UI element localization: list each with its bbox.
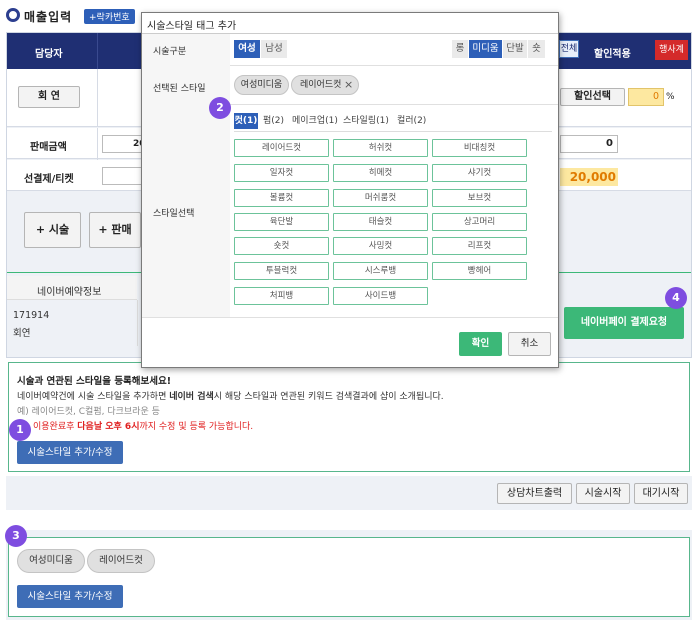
marker-1: 1 xyxy=(9,419,31,441)
guide-warning-tail: 까지 수정 및 등록 가능합니다. xyxy=(139,422,254,432)
cancel-button[interactable]: 취소 xyxy=(508,332,551,356)
style-option[interactable]: 일자컷 xyxy=(234,164,329,182)
sale-amount-input[interactable]: 20 xyxy=(102,135,146,153)
length-long-button[interactable]: 롱 xyxy=(452,40,468,58)
add-sale-button[interactable]: + 판매 xyxy=(89,212,141,248)
title-bullet-icon xyxy=(6,8,20,22)
style-option[interactable]: 비대칭컷 xyxy=(432,139,527,157)
guide-warning: 이용완료후 다음날 오후 6시까지 수정 및 등록 가능합니다. xyxy=(33,419,253,432)
guide-line-1-text: 네이버예약건에 시술 스타일을 추가하면 xyxy=(17,392,170,402)
style-option[interactable]: 리프컷 xyxy=(432,237,527,255)
start-treatment-button[interactable]: 시술시작 xyxy=(576,483,630,504)
style-option[interactable]: 육단발 xyxy=(234,213,329,231)
length-medium-button[interactable]: 미디움 xyxy=(469,40,502,58)
category-label: 시술구분 xyxy=(153,47,187,57)
event-tag[interactable]: 행사계 xyxy=(655,40,688,60)
naver-divider-vertical xyxy=(137,300,138,346)
guide-example: 예) 레이어드컷, C컬펌, 다크브라운 등 xyxy=(17,407,160,417)
style-option[interactable]: 히메컷 xyxy=(333,164,428,182)
style-option[interactable]: 처피뱅 xyxy=(234,287,329,305)
discount-select-button[interactable]: 할인선택 xyxy=(560,88,625,106)
selected-label: 선택된 스타일 xyxy=(153,84,206,94)
style-edit-button[interactable]: 시술스타일 추가/수정 xyxy=(17,441,123,464)
style-option[interactable]: 사이드뱅 xyxy=(333,287,428,305)
tab-styling[interactable]: 스타일링(1) xyxy=(343,113,389,129)
style-option[interactable]: 볼륨컷 xyxy=(234,189,329,207)
style-option[interactable]: 숏컷 xyxy=(234,237,329,255)
reservation-id: 171914 xyxy=(13,310,50,321)
percent-unit: % xyxy=(666,92,675,102)
style-option[interactable]: 시스루뱅 xyxy=(333,262,428,280)
marker-2: 2 xyxy=(209,97,231,119)
consult-chart-print-button[interactable]: 상담차트출력 xyxy=(497,483,572,504)
reservation-customer: 회연 xyxy=(13,328,31,339)
guide-warning-bold: 다음날 오후 6시 xyxy=(77,422,140,432)
style-option[interactable]: 허쉬컷 xyxy=(333,139,428,157)
discount-rate-field[interactable]: 0 xyxy=(628,88,664,106)
style-option[interactable]: 머쉬룸컷 xyxy=(333,189,428,207)
style-option[interactable]: 빵헤어 xyxy=(432,262,527,280)
style-option[interactable]: 상고머리 xyxy=(432,213,527,231)
guide-heading: 시술과 연관된 스타일을 등록해보세요! xyxy=(17,376,172,387)
staff-column-header: 담당자 xyxy=(35,49,63,60)
add-treatment-button[interactable]: + 시술 xyxy=(24,212,81,248)
style-option[interactable]: 사밍컷 xyxy=(333,237,428,255)
tab-perm[interactable]: 펌(2) xyxy=(263,113,284,129)
style-select-label: 스타일선택 xyxy=(153,209,195,219)
staff-button[interactable]: 회 연 xyxy=(18,86,80,108)
selected-style-tag: 레이어드컷 xyxy=(87,549,155,573)
style-option[interactable]: 레이어드컷 xyxy=(234,139,329,157)
confirm-button[interactable]: 확인 xyxy=(459,332,502,356)
gender-female-button[interactable]: 여성 xyxy=(234,40,260,58)
row-divider xyxy=(97,69,98,127)
start-waiting-button[interactable]: 대기시작 xyxy=(634,483,688,504)
guide-line-1-tail: 시 해당 스타일과 연관된 키워드 검색결과에 샵이 소개됩니다. xyxy=(213,392,444,402)
modal-footer-divider xyxy=(142,317,558,318)
discount-column-header: 할인적용 xyxy=(594,49,631,60)
guide-line-1-bold: 네이버 검색 xyxy=(169,392,214,402)
style-option[interactable]: 태슬컷 xyxy=(333,213,428,231)
prepaid-amount: 20,000 xyxy=(560,168,618,186)
sale-amount-label: 판매금액 xyxy=(30,142,67,153)
tab-makeup[interactable]: 메이크업(1) xyxy=(292,113,338,129)
tab-color[interactable]: 컬러(2) xyxy=(397,113,426,129)
prepaid-label: 선결제/티켓 xyxy=(24,174,74,185)
tab-divider xyxy=(234,131,552,132)
marker-4: 4 xyxy=(665,287,687,309)
gender-male-button[interactable]: 남성 xyxy=(261,40,287,58)
style-edit-button-bottom[interactable]: 시술스타일 추가/수정 xyxy=(17,585,123,608)
prepaid-input[interactable] xyxy=(102,167,142,185)
naver-info-title: 네이버예약정보 xyxy=(37,287,102,298)
selected-style-tag: 여성미디움 xyxy=(17,549,85,573)
page-title: 매출입력 xyxy=(24,10,73,24)
style-option[interactable]: 샤기컷 xyxy=(432,164,527,182)
modal-selected-tag: 여성미디움 xyxy=(234,75,289,95)
header-divider xyxy=(97,33,98,69)
lacquer-number-button[interactable]: +락카번호 xyxy=(84,9,135,24)
style-option[interactable]: 투블럭컷 xyxy=(234,262,329,280)
remove-tag-icon[interactable]: × xyxy=(344,78,353,92)
modal-title: 시술스타일 태그 추가 xyxy=(147,21,237,32)
marker-3: 3 xyxy=(5,525,27,547)
naverpay-request-button[interactable]: 네이버페이 결제요청 xyxy=(564,307,684,339)
full-tag[interactable]: 전체 xyxy=(559,40,579,58)
length-short-button[interactable]: 숏 xyxy=(528,40,545,58)
tab-cut[interactable]: 컷(1) xyxy=(234,113,258,129)
sale-amount-total[interactable]: 0 xyxy=(560,135,618,153)
modal-selected-tag-label: 레이어드컷 xyxy=(300,80,342,90)
guide-warning-text: 이용완료후 xyxy=(33,422,78,432)
style-option[interactable]: 보브컷 xyxy=(432,189,527,207)
length-bob-button[interactable]: 단발 xyxy=(503,40,527,58)
guide-line-1: 네이버예약건에 시술 스타일을 추가하면 네이버 검색시 해당 스타일과 연관된… xyxy=(17,389,444,402)
